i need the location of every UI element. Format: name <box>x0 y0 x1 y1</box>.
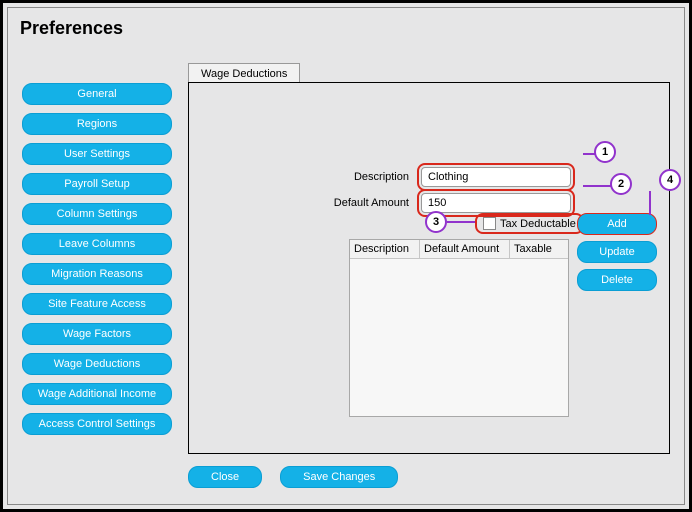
callout-4: 4 <box>659 169 681 191</box>
sidebar-item-user-settings[interactable]: User Settings <box>22 143 172 165</box>
delete-button[interactable]: Delete <box>577 269 657 291</box>
sidebar: General Regions User Settings Payroll Se… <box>22 83 172 435</box>
default-amount-input[interactable] <box>421 193 571 213</box>
col-taxable[interactable]: Taxable <box>510 240 568 258</box>
callout-1: 1 <box>594 141 616 163</box>
sidebar-item-migration-reasons[interactable]: Migration Reasons <box>22 263 172 285</box>
sidebar-item-payroll-setup[interactable]: Payroll Setup <box>22 173 172 195</box>
tax-deductable-checkbox[interactable] <box>483 217 496 230</box>
col-default-amount[interactable]: Default Amount <box>420 240 510 258</box>
add-button[interactable]: Add <box>577 213 657 235</box>
sidebar-item-general[interactable]: General <box>22 83 172 105</box>
callout-line <box>583 185 613 187</box>
sidebar-item-access-control-settings[interactable]: Access Control Settings <box>22 413 172 435</box>
description-input[interactable] <box>421 167 571 187</box>
sidebar-item-wage-deductions[interactable]: Wage Deductions <box>22 353 172 375</box>
page-title: Preferences <box>8 8 684 39</box>
callout-line <box>649 191 651 215</box>
default-amount-label: Default Amount <box>309 197 409 209</box>
tax-deductable-label: Tax Deductable <box>500 218 576 230</box>
sidebar-item-leave-columns[interactable]: Leave Columns <box>22 233 172 255</box>
sidebar-item-regions[interactable]: Regions <box>22 113 172 135</box>
main-panel: Description Default Amount Tax Deductabl… <box>188 82 670 454</box>
callout-2: 2 <box>610 173 632 195</box>
update-button[interactable]: Update <box>577 241 657 263</box>
description-label: Description <box>309 171 409 183</box>
callout-3: 3 <box>425 211 447 233</box>
tab-wage-deductions[interactable]: Wage Deductions <box>188 63 300 84</box>
col-description[interactable]: Description <box>350 240 420 258</box>
sidebar-item-column-settings[interactable]: Column Settings <box>22 203 172 225</box>
save-changes-button[interactable]: Save Changes <box>280 466 398 488</box>
sidebar-item-site-feature-access[interactable]: Site Feature Access <box>22 293 172 315</box>
sidebar-item-wage-factors[interactable]: Wage Factors <box>22 323 172 345</box>
sidebar-item-wage-additional-income[interactable]: Wage Additional Income <box>22 383 172 405</box>
close-button[interactable]: Close <box>188 466 262 488</box>
callout-line <box>447 221 475 223</box>
deductions-table: Description Default Amount Taxable <box>349 239 569 417</box>
